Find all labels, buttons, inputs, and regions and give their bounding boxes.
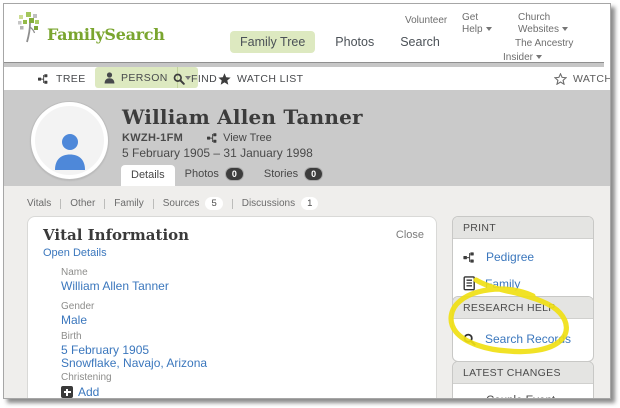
research-help-title: RESEARCH HELP: [453, 297, 593, 319]
star-icon: [218, 72, 231, 85]
tree-menu-button[interactable]: TREE: [38, 69, 101, 88]
add-christening-button[interactable]: Add: [61, 385, 112, 398]
print-box-title: PRINT: [453, 217, 593, 239]
subnav-other[interactable]: Other: [70, 198, 95, 209]
volunteer-link[interactable]: Volunteer: [405, 15, 447, 27]
caret-down-icon: [485, 27, 492, 31]
plus-icon: [61, 386, 73, 398]
name-value-link[interactable]: William Allen Tanner: [61, 280, 169, 293]
research-help-box: RESEARCH HELP Search Records: [452, 296, 594, 362]
print-family-link[interactable]: Family: [453, 270, 593, 297]
pedigree-icon: [38, 73, 50, 84]
nav-family-tree[interactable]: Family Tree: [230, 31, 316, 53]
subnav-sources[interactable]: Sources 5: [163, 197, 223, 210]
sources-count-badge: 5: [205, 197, 223, 210]
field-label: Christening: [61, 372, 112, 383]
subnav-family[interactable]: Family: [114, 198, 143, 209]
gender-field: Gender Male: [61, 301, 94, 327]
details-content: Vitals Other Family Sources 5 Discussion…: [4, 186, 610, 398]
ancestry-insider-line1[interactable]: The Ancestry: [515, 38, 573, 50]
avatar[interactable]: [31, 102, 108, 179]
close-button[interactable]: Close: [396, 229, 424, 241]
birth-place-link[interactable]: Snowflake, Navajo, Arizona: [61, 357, 207, 370]
field-label: Name: [61, 267, 88, 278]
subnav-separator: [152, 198, 154, 209]
person-silhouette-icon: [48, 128, 92, 175]
church-websites-menu[interactable]: Church Websites: [518, 12, 578, 36]
tab-stories[interactable]: Stories 0: [254, 163, 333, 186]
vital-information-card: Vital Information Close Open Details Nam…: [27, 216, 437, 398]
subnav-separator: [231, 198, 233, 209]
open-details-link[interactable]: Open Details: [43, 247, 107, 259]
person-lifespan: 5 February 1905 – 31 January 1998: [122, 146, 313, 160]
search-records-link[interactable]: Search Records: [453, 326, 593, 352]
search-icon: [173, 73, 185, 85]
latest-changes-title: LATEST CHANGES: [453, 362, 593, 384]
subnav-discussions[interactable]: Discussions 1: [242, 197, 319, 210]
familysearch-logo[interactable]: FamilySearch: [18, 12, 165, 43]
birth-field: Birth 5 February 1905 Snowflake, Navajo,…: [61, 331, 207, 370]
person-tabs: Details Photos 0 Stories 0: [121, 163, 333, 186]
photos-count-badge: 0: [224, 167, 244, 181]
find-button[interactable]: FIND: [173, 69, 217, 88]
tab-details[interactable]: Details: [121, 165, 175, 186]
star-outline-icon: [554, 72, 567, 85]
subnav-vitals[interactable]: Vitals: [27, 198, 51, 209]
subnav-separator: [60, 198, 62, 209]
field-label: Birth: [61, 331, 82, 342]
document-icon: [463, 276, 476, 291]
get-help-menu[interactable]: Get Help: [462, 12, 498, 36]
watch-button[interactable]: WATCH: [554, 69, 610, 88]
logo-text: FamilySearch: [47, 25, 165, 44]
site-header: FamilySearch Family Tree Photos Search V…: [4, 4, 610, 63]
main-nav: Family Tree Photos Search: [230, 31, 446, 53]
latest-change-item[interactable]: Couple Event Removed: [453, 389, 593, 398]
person-name: William Allen Tanner: [122, 105, 363, 129]
nav-photos[interactable]: Photos: [329, 31, 380, 53]
details-subnav: Vitals Other Family Sources 5 Discussion…: [27, 197, 319, 210]
person-id: KWZH-1FM: [122, 132, 184, 144]
christening-field: Christening Add: [61, 372, 112, 398]
familysearch-logo-icon: [18, 12, 44, 43]
gender-value-link[interactable]: Male: [61, 314, 94, 327]
pedigree-icon: [463, 251, 477, 263]
subnav-separator: [104, 198, 106, 209]
person-header-band: William Allen Tanner KWZH-1FM View Tree …: [4, 90, 610, 186]
nav-search[interactable]: Search: [394, 31, 446, 53]
caret-down-icon: [561, 27, 568, 31]
screenshot-frame: FamilySearch Family Tree Photos Search V…: [3, 3, 611, 399]
tree-toolbar: TREE PERSON FIND WATCH LIST WATCH: [4, 67, 610, 90]
stories-count-badge: 0: [304, 167, 324, 181]
person-icon: [104, 71, 115, 84]
caret-down-icon: [536, 55, 543, 59]
card-title: Vital Information: [43, 226, 190, 244]
print-pedigree-link[interactable]: Pedigree: [453, 244, 593, 270]
name-field: Name William Allen Tanner: [61, 267, 169, 293]
print-box: PRINT Pedigree Family: [452, 216, 594, 305]
pedigree-icon: [207, 133, 219, 143]
search-icon: [463, 333, 476, 346]
view-tree-link[interactable]: View Tree: [207, 132, 272, 144]
field-label: Gender: [61, 301, 95, 312]
latest-changes-box: LATEST CHANGES Couple Event Removed: [452, 361, 594, 398]
tab-photos[interactable]: Photos 0: [175, 163, 254, 186]
discussions-count-badge: 1: [301, 197, 319, 210]
watch-list-button[interactable]: WATCH LIST: [218, 69, 303, 88]
